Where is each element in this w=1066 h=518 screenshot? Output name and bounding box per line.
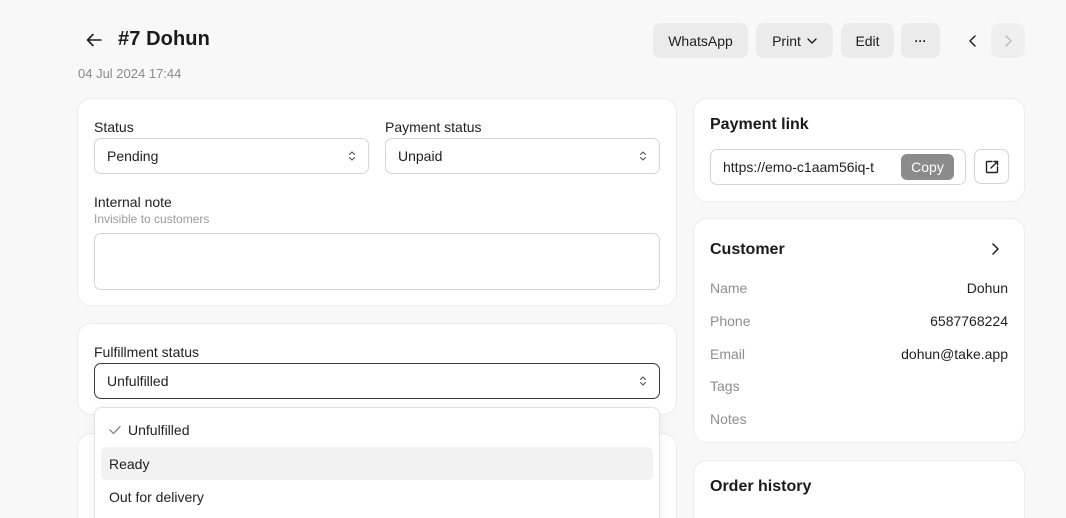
option-label: Out for delivery [109,488,204,505]
customer-field-key: Notes [710,411,747,427]
copy-button-label: Copy [911,159,944,175]
payment-status-select-value: Unpaid [398,148,443,164]
chevron-right-icon [991,243,999,255]
chevron-up-down-icon [639,151,647,161]
print-button[interactable]: Print [756,23,833,58]
back-button[interactable] [80,28,108,52]
customer-title: Customer [710,241,785,258]
status-label: Status [94,119,134,135]
customer-field-key: Email [710,346,746,362]
customer-email-value: dohun@take.app [901,346,1008,362]
fulfillment-status-dropdown: Unfulfilled Ready Out for delivery [94,407,660,518]
option-out-for-delivery[interactable]: Out for delivery [101,480,653,513]
fulfillment-status-label: Fulfillment status [94,344,200,360]
chevron-up-down-icon [639,376,647,386]
option-label: Ready [109,455,150,472]
option-ready[interactable]: Ready [101,447,653,480]
previous-order-button[interactable] [957,23,987,58]
fulfillment-status-select[interactable]: Unfulfilled [94,363,660,399]
customer-field-key: Tags [710,378,740,394]
open-link-button[interactable] [974,149,1009,184]
edit-button[interactable]: Edit [841,23,894,58]
customer-detail-button[interactable] [985,240,1005,258]
chevron-up-down-icon [348,151,356,161]
payment-status-label: Payment status [385,119,482,135]
order-date: 04 Jul 2024 17:44 [78,66,182,81]
check-icon [109,425,121,434]
more-icon: ··· [914,33,927,48]
customer-phone-value: 6587768224 [930,313,1008,329]
page-title: #7 Dohun [118,28,210,50]
internal-note-hint: Invisible to customers [94,212,210,226]
more-button[interactable]: ··· [901,23,940,58]
copy-button[interactable]: Copy [901,154,954,180]
print-button-label: Print [772,32,801,49]
whatsapp-button[interactable]: WhatsApp [653,23,748,58]
next-order-button[interactable] [991,23,1025,58]
internal-note-label: Internal note [94,194,172,210]
payment-link-title: Payment link [710,116,809,133]
chevron-left-icon [968,34,976,47]
fulfillment-status-select-value: Unfulfilled [107,373,169,389]
payment-link-url: https://emo-c1aam56iq-t [723,159,874,175]
order-history-title: Order history [710,478,812,495]
whatsapp-button-label: WhatsApp [668,32,733,49]
status-select-value: Pending [107,148,159,164]
option-label: Unfulfilled [128,421,190,438]
internal-note-textarea[interactable] [94,233,660,290]
customer-field-key: Phone [710,313,751,329]
customer-name-value: Dohun [966,280,1008,296]
payment-status-select[interactable]: Unpaid [385,138,660,174]
external-link-icon [985,160,998,173]
chevron-right-icon [1004,34,1012,47]
edit-button-label: Edit [855,32,880,49]
arrow-left-icon [86,33,102,47]
option-unfulfilled[interactable]: Unfulfilled [101,413,653,446]
customer-field-key: Name [710,280,748,296]
chevron-down-icon [807,37,817,44]
status-select[interactable]: Pending [94,138,369,174]
